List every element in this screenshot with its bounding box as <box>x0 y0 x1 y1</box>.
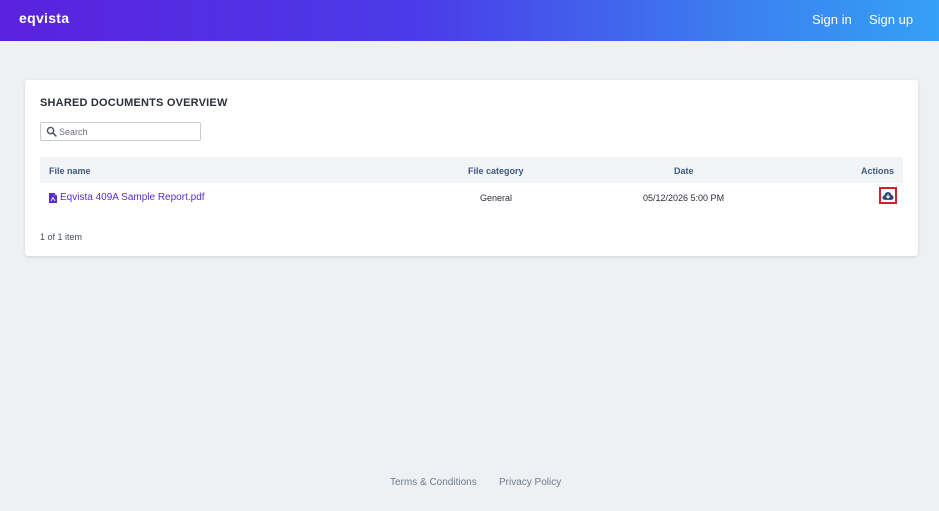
brand-logo[interactable]: eqvista <box>19 10 69 26</box>
search-icon <box>46 126 57 137</box>
search-input[interactable] <box>59 123 197 140</box>
shared-documents-card: SHARED DOCUMENTS OVERVIEW File name File… <box>25 80 918 256</box>
sign-up-link[interactable]: Sign up <box>869 12 913 27</box>
pdf-file-icon <box>49 192 57 203</box>
page-title: SHARED DOCUMENTS OVERVIEW <box>40 97 228 109</box>
top-navigation-bar: eqvista Sign in Sign up <box>0 0 939 41</box>
table-header: File name File category Date Actions <box>40 157 903 183</box>
column-header-file-category[interactable]: File category <box>468 166 524 176</box>
pagination-summary: 1 of 1 item <box>40 232 83 242</box>
file-category-cell: General <box>480 193 513 203</box>
file-name-link[interactable]: Eqvista 409A Sample Report.pdf <box>49 192 205 203</box>
table-row: Eqvista 409A Sample Report.pdf General 0… <box>40 184 903 210</box>
download-button[interactable] <box>879 187 897 204</box>
column-header-file-name[interactable]: File name <box>49 166 91 176</box>
sign-in-link[interactable]: Sign in <box>812 12 852 27</box>
search-box[interactable] <box>40 122 201 141</box>
terms-link[interactable]: Terms & Conditions <box>390 477 477 488</box>
cloud-download-icon <box>882 191 894 200</box>
column-header-date[interactable]: Date <box>674 166 694 176</box>
column-header-actions: Actions <box>860 166 894 176</box>
file-name-text: Eqvista 409A Sample Report.pdf <box>60 192 205 203</box>
privacy-policy-link[interactable]: Privacy Policy <box>499 477 561 488</box>
date-cell: 05/12/2026 5:00 PM <box>643 193 725 203</box>
